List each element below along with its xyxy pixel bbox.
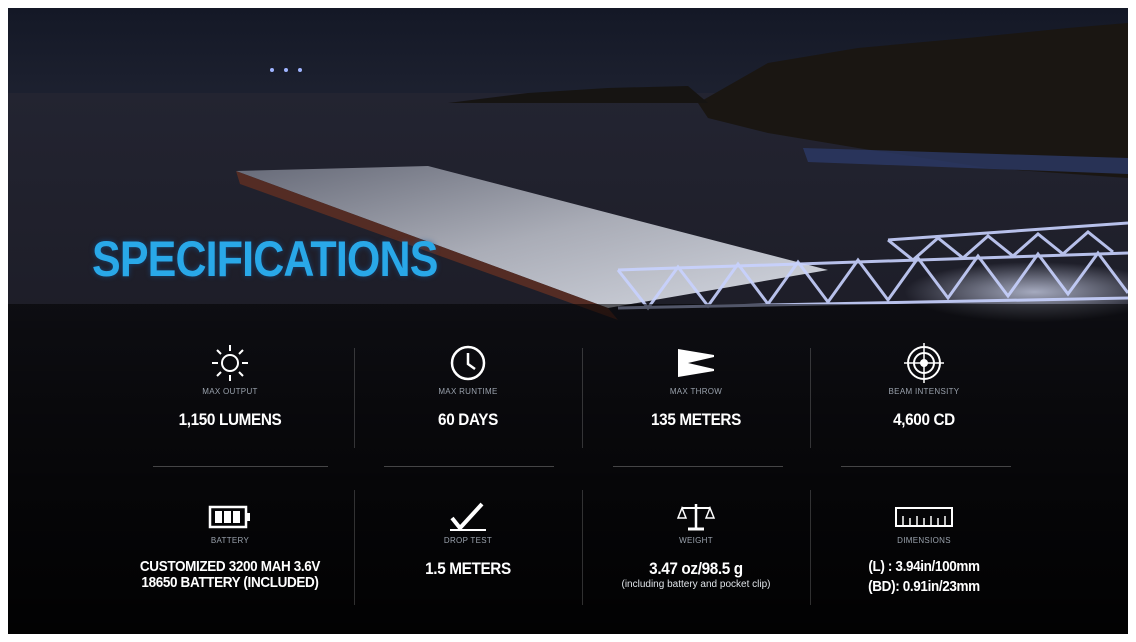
spec-label: MAX RUNTIME: [438, 387, 498, 396]
spec-label: MAX OUTPUT: [202, 387, 258, 396]
spec-battery: BATTERY CUSTOMIZED 3200 MAH 3.6V 18650 B…: [120, 502, 340, 591]
divider: [841, 466, 1011, 467]
divider: [354, 348, 355, 448]
spec-value-line2: 18650 BATTERY (INCLUDED): [141, 574, 319, 591]
divider: [810, 348, 811, 448]
spec-label: BATTERY: [210, 536, 250, 545]
spec-value-line1: (L) : 3.94in/100mm: [868, 558, 980, 575]
clock-icon: [450, 345, 486, 381]
divider: [810, 490, 811, 605]
spec-max-runtime: MAX RUNTIME 60 DAYS: [358, 343, 578, 429]
sun-icon: [212, 345, 248, 381]
spec-dimensions: DIMENSIONS (L) : 3.94in/100mm (BD): 0.91…: [814, 502, 1034, 595]
battery-icon: [208, 505, 250, 529]
spec-value: 4,600 CD: [893, 410, 955, 429]
divider: [153, 466, 328, 467]
divider: [354, 490, 355, 605]
spec-max-throw: MAX THROW 135 METERS: [586, 343, 806, 429]
spec-value-line1: CUSTOMIZED 3200 MAH 3.6V: [139, 558, 321, 575]
spec-banner: SPECIFICATIONS MAX OUTPUT 1,150 LUMENS M…: [8, 8, 1128, 634]
spec-label: MAX THROW: [669, 387, 723, 396]
spec-max-output: MAX OUTPUT 1,150 LUMENS: [120, 343, 340, 429]
spec-value: 1.5 METERS: [425, 559, 511, 578]
spec-beam-intensity: BEAM INTENSITY 4,600 CD: [814, 343, 1034, 429]
divider: [582, 490, 583, 605]
spec-label: DROP TEST: [443, 536, 493, 545]
page-title: SPECIFICATIONS: [92, 231, 438, 287]
spec-label: DIMENSIONS: [897, 536, 951, 545]
beam-icon: [678, 349, 714, 377]
spec-drop-test: DROP TEST 1.5 METERS: [358, 502, 578, 578]
divider: [613, 466, 783, 467]
scale-icon: [676, 504, 716, 531]
target-icon: [904, 343, 944, 383]
spec-note: (including battery and pocket clip): [621, 579, 771, 590]
spec-value-line2: (BD): 0.91in/23mm: [868, 578, 980, 595]
spec-label: WEIGHT: [679, 536, 713, 545]
spec-value: 60 DAYS: [438, 410, 498, 429]
spec-value: 1,150 LUMENS: [178, 410, 282, 429]
spec-label: BEAM INTENSITY: [888, 387, 960, 396]
divider: [384, 466, 554, 467]
ruler-icon: [895, 507, 953, 527]
spec-value: 3.47 oz/98.5 g: [649, 559, 743, 578]
spec-weight: WEIGHT 3.47 oz/98.5 g (including battery…: [586, 502, 806, 590]
spec-value: 135 METERS: [651, 410, 741, 429]
drop-test-icon: [450, 502, 486, 532]
divider: [582, 348, 583, 448]
